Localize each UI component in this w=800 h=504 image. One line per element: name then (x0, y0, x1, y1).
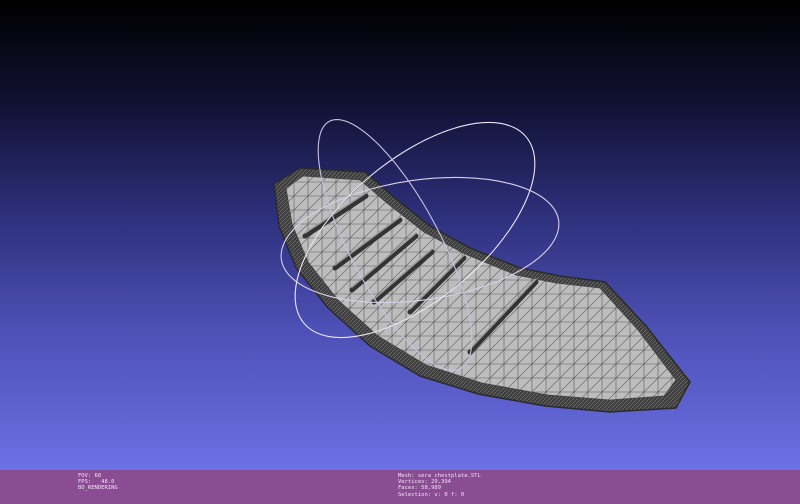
mesh-info: Mesh: sera chestplate.STL Vertices: 29,39… (398, 473, 481, 498)
status-bar: FOV: 60 FPS: 48.0 BO_RENDERING Mesh: sera … (0, 470, 800, 504)
mesh-scene[interactable] (0, 0, 800, 470)
3d-viewport[interactable] (0, 0, 800, 470)
render-mode-readout: BO_RENDERING (78, 485, 118, 492)
selection-readout: Selection: v: 0 f: 0 (398, 491, 465, 498)
render-info: FOV: 60 FPS: 48.0 BO_RENDERING (78, 473, 118, 492)
